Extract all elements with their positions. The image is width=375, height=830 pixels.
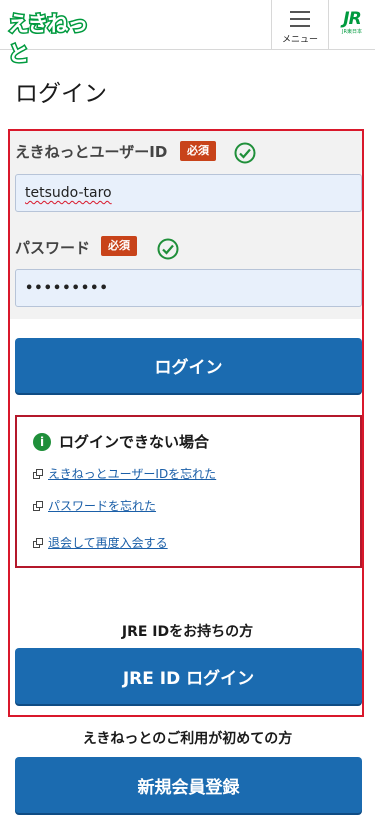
- withdraw-rejoin-link[interactable]: 退会して再度入会する: [33, 535, 168, 551]
- check-circle-icon: [234, 142, 256, 164]
- password-label: パスワード: [15, 239, 91, 257]
- password-input[interactable]: •••••••••: [15, 269, 362, 307]
- signup-button[interactable]: 新規会員登録: [15, 757, 362, 813]
- menu-button[interactable]: メニュー: [271, 0, 329, 49]
- jr-logo-sub: JR東日本: [342, 29, 362, 35]
- login-button[interactable]: ログイン: [15, 338, 362, 393]
- hamburger-icon: [290, 11, 310, 32]
- page-title: ログイン: [15, 81, 107, 107]
- ekinet-logo[interactable]: えきねっと: [6, 9, 105, 68]
- user-id-input[interactable]: tetsudo-taro: [15, 174, 362, 212]
- menu-label: メニュー: [281, 35, 318, 45]
- jr-east-logo[interactable]: JR JR東日本: [338, 10, 366, 36]
- jre-id-caption: JRE IDをお持ちの方: [121, 624, 254, 640]
- login-help-box: i ログインできない場合 えきねっとユーザーIDを忘れた パスワードを忘れた 退…: [15, 415, 362, 568]
- help-title: ログインできない場合: [59, 433, 210, 451]
- external-window-icon: [33, 501, 43, 511]
- external-window-icon: [33, 469, 43, 479]
- signup-caption: えきねっとのご利用が初めての方: [82, 731, 293, 747]
- jr-logo-mark: JR: [343, 9, 361, 29]
- app-header: えきねっと メニュー JR JR東日本: [0, 0, 375, 68]
- check-circle-icon: [157, 238, 179, 260]
- logo-text: えきねっと: [6, 11, 89, 68]
- external-window-icon: [33, 538, 43, 548]
- required-badge-password: 必須: [101, 236, 137, 256]
- forgot-user-id-link[interactable]: えきねっとユーザーIDを忘れた: [33, 466, 216, 482]
- password-value: •••••••••: [25, 281, 109, 296]
- required-badge-user-id: 必須: [180, 141, 216, 161]
- jre-id-login-button[interactable]: JRE ID ログイン: [15, 648, 362, 704]
- info-icon: i: [33, 433, 51, 451]
- user-id-value: tetsudo-taro: [25, 185, 112, 201]
- forgot-password-link[interactable]: パスワードを忘れた: [33, 498, 156, 514]
- user-id-label: えきねっとユーザーID: [15, 143, 168, 161]
